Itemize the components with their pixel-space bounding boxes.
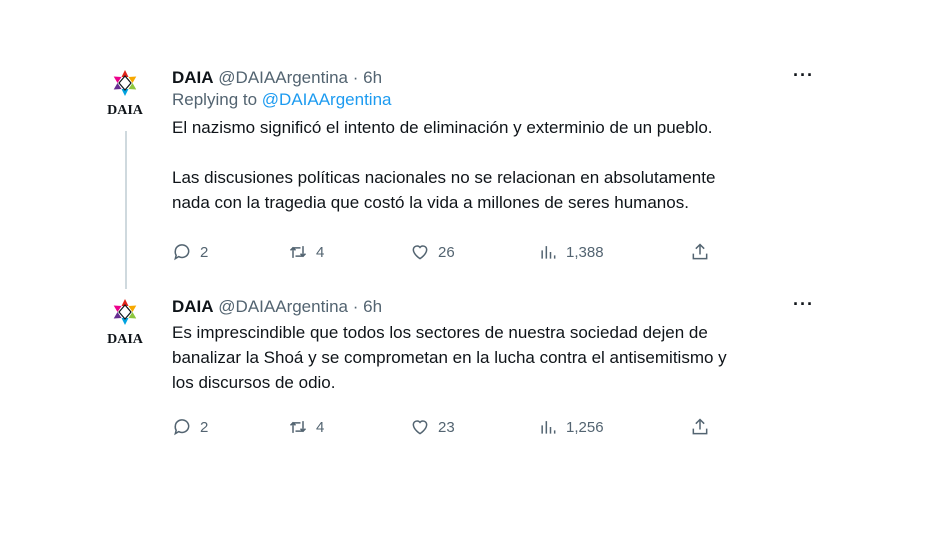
reply-button[interactable]: 2 [172, 242, 208, 262]
views-button[interactable]: 1,256 [538, 417, 604, 437]
tweet-body: DAIA @DAIAArgentina · 6h ··· Replying to… [172, 65, 826, 215]
like-button[interactable]: 26 [410, 242, 455, 262]
bar-chart-icon [541, 246, 556, 259]
views-count: 1,388 [566, 243, 604, 261]
retweet-icon [289, 421, 307, 433]
share-button[interactable] [690, 242, 710, 262]
author-handle[interactable]: @DAIAArgentina [218, 68, 348, 87]
like-button[interactable]: 23 [410, 417, 455, 437]
replying-prefix: Replying to [172, 90, 262, 109]
svg-text:DAIA: DAIA [107, 103, 144, 118]
tweet-1-actions: 2 4 26 1,388 [172, 242, 732, 264]
separator: · [352, 68, 359, 87]
views-button[interactable]: 1,388 [538, 242, 604, 262]
reply-button[interactable]: 2 [172, 417, 208, 437]
tweet-header: DAIA @DAIAArgentina · 6h [172, 67, 826, 89]
svg-text:DAIA: DAIA [107, 332, 144, 347]
speech-bubble-icon [174, 244, 190, 261]
separator: · [352, 297, 359, 316]
share-upload-icon [692, 243, 708, 260]
like-count: 26 [438, 243, 455, 261]
more-options-button[interactable]: ··· [793, 294, 814, 315]
more-options-button[interactable]: ··· [793, 65, 814, 86]
heart-icon [412, 420, 428, 435]
retweet-count: 4 [316, 243, 325, 261]
bar-chart-icon [541, 421, 556, 434]
daia-logo-icon: DAIA [107, 299, 144, 347]
retweet-button[interactable]: 4 [288, 417, 324, 437]
avatar[interactable]: DAIA [96, 67, 154, 119]
timestamp[interactable]: 6h [363, 68, 382, 87]
tweet-body: DAIA @DAIAArgentina · 6h ··· Es impresci… [172, 294, 826, 395]
author-name[interactable]: DAIA [172, 68, 214, 87]
daia-logo-icon: DAIA [107, 70, 144, 118]
like-count: 23 [438, 418, 455, 436]
avatar[interactable]: DAIA [96, 296, 154, 348]
share-upload-icon [692, 418, 708, 435]
replying-to: Replying to @DAIAArgentina [172, 89, 826, 111]
author-handle[interactable]: @DAIAArgentina [218, 297, 348, 316]
author-name[interactable]: DAIA [172, 297, 214, 316]
share-button[interactable] [690, 417, 710, 437]
retweet-icon [289, 246, 307, 258]
replying-handle-link[interactable]: @DAIAArgentina [262, 90, 392, 109]
views-count: 1,256 [566, 418, 604, 436]
retweet-count: 4 [316, 418, 325, 436]
reply-count: 2 [200, 243, 209, 261]
timestamp[interactable]: 6h [363, 297, 382, 316]
retweet-button[interactable]: 4 [288, 242, 324, 262]
reply-count: 2 [200, 418, 209, 436]
tweet-text: Es imprescindible que todos los sectores… [172, 323, 727, 392]
speech-bubble-icon [174, 419, 190, 436]
heart-icon [412, 245, 428, 260]
tweet-header: DAIA @DAIAArgentina · 6h [172, 296, 826, 318]
tweet-2-actions: 2 4 23 1,256 [172, 417, 732, 439]
tweet-text: El nazismo significó el intento de elimi… [172, 118, 716, 212]
